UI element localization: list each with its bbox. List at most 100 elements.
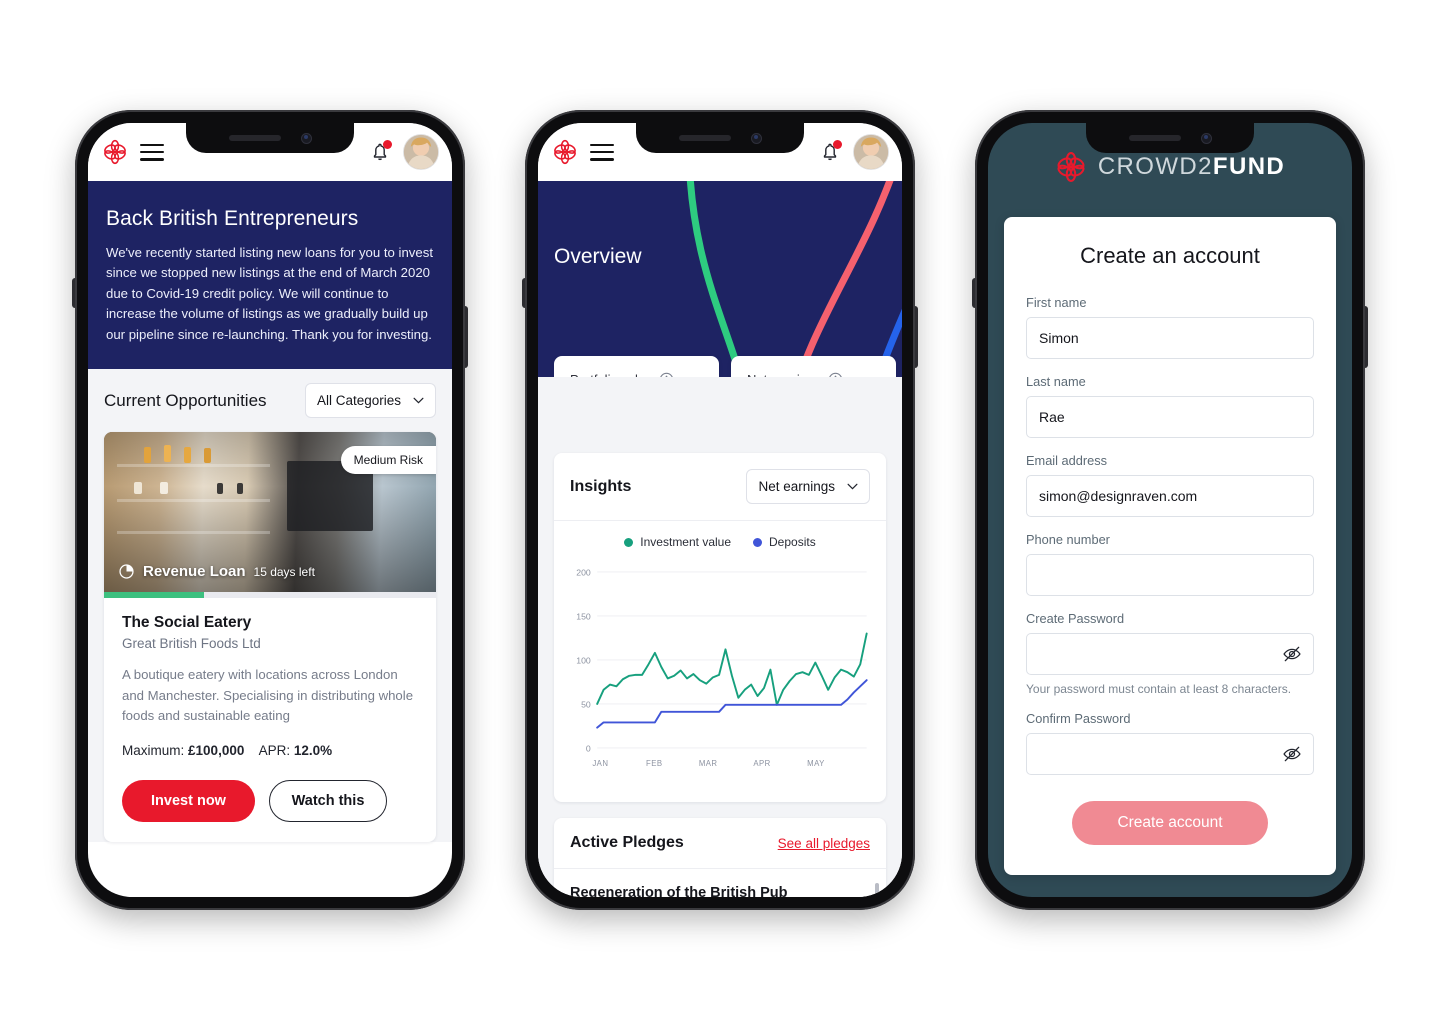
svg-text:100: 100 bbox=[576, 656, 591, 666]
signup-screen: CROWD2FUND Create an account First name … bbox=[988, 123, 1352, 897]
legend-label: Deposits bbox=[769, 535, 816, 549]
svg-text:FEB: FEB bbox=[646, 759, 663, 768]
create-password-input[interactable] bbox=[1026, 633, 1314, 675]
status-badge: Medium Risk bbox=[340, 446, 436, 475]
svg-text:0: 0 bbox=[586, 744, 591, 754]
hero-title: Back British Entrepreneurs bbox=[106, 207, 359, 230]
pledges-header: Active Pledges See all pledges bbox=[554, 818, 886, 869]
svg-text:150: 150 bbox=[576, 612, 591, 622]
chevron-down-icon bbox=[847, 483, 858, 490]
field-label: Phone number bbox=[1026, 532, 1110, 547]
svg-text:50: 50 bbox=[581, 700, 591, 710]
email-field[interactable] bbox=[1026, 475, 1314, 517]
create-account-button[interactable]: Create account bbox=[1072, 801, 1268, 845]
stat-card-portfolio-value[interactable]: Portfolio value £62,980 bbox=[554, 356, 719, 377]
loan-meta: Revenue Loan 15 days left bbox=[118, 563, 315, 580]
card-actions: Invest now Watch this bbox=[122, 779, 418, 822]
notification-badge bbox=[383, 140, 392, 149]
info-icon[interactable] bbox=[659, 372, 674, 377]
opportunity-company: Great British Foods Ltd bbox=[122, 636, 261, 652]
section-header: Current Opportunities All Categories bbox=[104, 383, 436, 419]
loan-type: Revenue Loan bbox=[143, 563, 246, 581]
notification-bell-icon[interactable] bbox=[818, 140, 842, 164]
dashboard-body: Insights Net earnings Investment value D… bbox=[538, 377, 902, 897]
see-all-pledges-link[interactable]: See all pledges bbox=[778, 836, 870, 851]
opportunity-description: A boutique eatery with locations across … bbox=[122, 667, 414, 724]
field-email: Email address bbox=[1026, 453, 1314, 517]
decorative-arcs bbox=[686, 181, 902, 377]
field-first-name: First name bbox=[1026, 295, 1314, 359]
page-title: Current Opportunities bbox=[104, 390, 267, 410]
earpiece-speaker bbox=[1128, 135, 1181, 141]
legend-swatch bbox=[753, 537, 763, 547]
field-label: Create Password bbox=[1026, 611, 1125, 626]
avatar[interactable] bbox=[404, 135, 438, 169]
field-confirm-password: Confirm Password bbox=[1026, 711, 1314, 775]
hamburger-menu-icon[interactable] bbox=[590, 143, 614, 161]
info-icon[interactable] bbox=[828, 372, 843, 377]
insights-filter-select[interactable]: Net earnings bbox=[746, 469, 870, 504]
field-label: Email address bbox=[1026, 453, 1108, 468]
brand-name-bold: FUND bbox=[1212, 153, 1286, 180]
svg-text:MAY: MAY bbox=[807, 759, 825, 768]
avatar[interactable] bbox=[854, 135, 888, 169]
pledges-title: Active Pledges bbox=[570, 834, 684, 851]
maximum-label: Maximum: bbox=[122, 742, 185, 758]
confirm-password-input[interactable] bbox=[1026, 733, 1314, 775]
list-item[interactable]: Regeneration of the British Pub Lincoln … bbox=[554, 869, 886, 897]
phone-2-dashboard: Overview Portfolio value £62,980 bbox=[522, 110, 918, 910]
pie-chart-icon bbox=[119, 564, 134, 579]
legend-label: Investment value bbox=[640, 535, 732, 549]
notch bbox=[636, 123, 804, 153]
opportunity-details: The Social Eatery Great British Foods Lt… bbox=[104, 598, 436, 841]
stat-card-net-earnings[interactable]: Net earnings £13,864 bbox=[731, 356, 896, 377]
crowd2fund-flower-icon[interactable] bbox=[102, 139, 128, 165]
maximum-value: £100,000 bbox=[188, 742, 245, 758]
category-filter-select[interactable]: All Categories bbox=[304, 383, 436, 419]
earpiece-speaker bbox=[678, 135, 731, 141]
phone-number-input[interactable] bbox=[1026, 554, 1314, 596]
opportunity-image: Medium Risk Revenue Loan 15 days left bbox=[104, 432, 436, 593]
crowd2fund-flower-icon[interactable] bbox=[552, 139, 578, 165]
svg-text:MAR: MAR bbox=[699, 759, 718, 768]
last-name-input[interactable] bbox=[1026, 396, 1314, 438]
eye-off-icon[interactable] bbox=[1282, 744, 1302, 764]
brand-name-light: CROWD2 bbox=[1097, 153, 1213, 180]
screenshot-stage: Back British Entrepreneurs We've recentl… bbox=[0, 0, 1440, 1024]
front-camera bbox=[300, 132, 312, 144]
field-label: Confirm Password bbox=[1026, 711, 1131, 726]
overview-title: Overview bbox=[554, 245, 642, 268]
svg-text:JAN: JAN bbox=[592, 759, 608, 768]
eye-off-icon[interactable] bbox=[1282, 644, 1302, 664]
phone-1-screen: Back British Entrepreneurs We've recentl… bbox=[88, 123, 452, 897]
hamburger-menu-icon[interactable] bbox=[140, 143, 164, 161]
notch bbox=[186, 123, 354, 153]
overview-header: Overview Portfolio value £62,980 bbox=[538, 181, 902, 377]
watch-this-button[interactable]: Watch this bbox=[269, 779, 387, 822]
apr-value: 12.0% bbox=[293, 742, 333, 758]
chevron-down-icon bbox=[413, 397, 424, 404]
category-filter-value: All Categories bbox=[316, 393, 401, 409]
phone-3-signup: CROWD2FUND Create an account First name … bbox=[972, 110, 1368, 910]
first-name-input[interactable] bbox=[1026, 317, 1314, 359]
stat-label: Net earnings bbox=[747, 372, 821, 377]
opportunity-name: The Social Eatery bbox=[122, 614, 252, 632]
legend-item-deposits: Deposits bbox=[753, 535, 816, 549]
insights-filter-value: Net earnings bbox=[758, 479, 835, 494]
insights-panel: Insights Net earnings Investment value D… bbox=[554, 453, 886, 802]
insights-header: Insights Net earnings bbox=[554, 453, 886, 521]
apr-label: APR: bbox=[258, 742, 291, 758]
opportunities-section: Current Opportunities All Categories Med… bbox=[88, 369, 452, 842]
brand-wordmark: CROWD2FUND bbox=[1098, 153, 1285, 181]
notification-bell-icon[interactable] bbox=[368, 140, 392, 164]
crowd2fund-flower-icon bbox=[1057, 152, 1085, 182]
active-pledges-panel: Active Pledges See all pledges Regenerat… bbox=[554, 818, 886, 897]
hero-body: We've recently started listing new loans… bbox=[106, 245, 433, 342]
opportunity-card[interactable]: Medium Risk Revenue Loan 15 days left Th… bbox=[104, 432, 436, 842]
pledges-scrollbar[interactable] bbox=[875, 883, 879, 897]
earpiece-speaker bbox=[228, 135, 281, 141]
front-camera bbox=[1200, 132, 1212, 144]
line-chart: 0 50 100 150 200 JAN FEB MAR APR MAY bbox=[576, 568, 868, 768]
invest-now-button[interactable]: Invest now bbox=[122, 779, 255, 822]
notch bbox=[1086, 123, 1254, 153]
